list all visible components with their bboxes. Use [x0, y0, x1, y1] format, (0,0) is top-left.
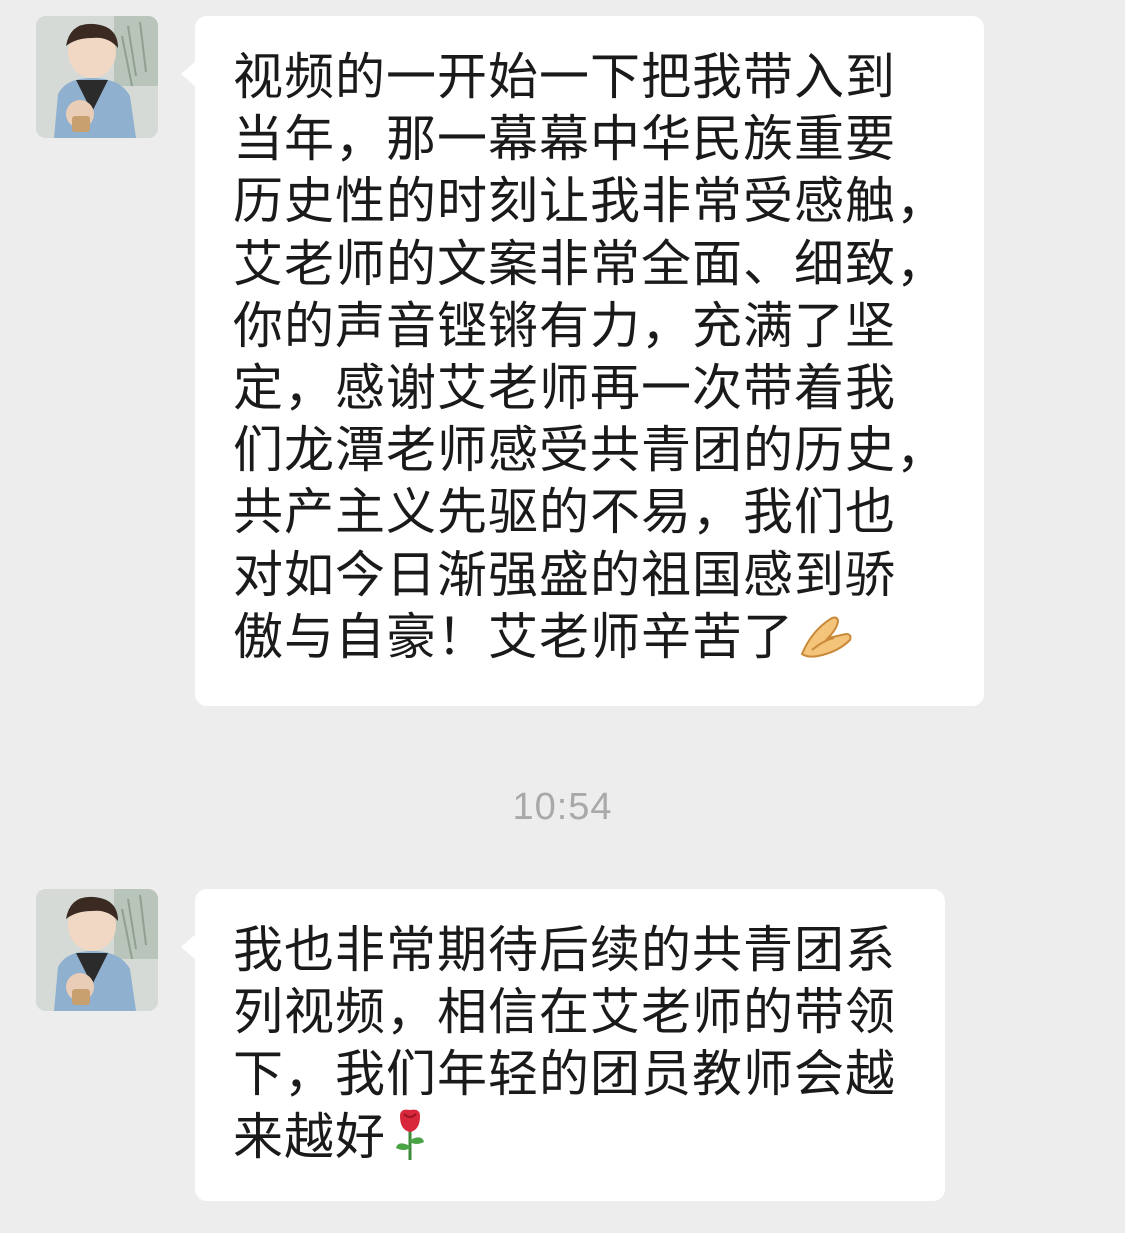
sender-avatar[interactable]	[36, 16, 158, 138]
sender-avatar[interactable]	[36, 889, 158, 1011]
message-bubble[interactable]: 我也非常期待后续的共青团系 列视频，相信在艾老师的带领 下，我们年轻的团员教师会…	[181, 889, 945, 1201]
message-timestamp: 10:54	[512, 786, 613, 828]
message-text: 我也非常期待后续的共青团系 列视频，相信在艾老师的带领 下，我们年轻的团员教师会…	[233, 919, 909, 1176]
message-text: 视频的一开始一下把我带入到 当年，那一幕幕中华民族重要 历史性的时刻让我非常受感…	[233, 46, 948, 676]
message-bubble[interactable]: 视频的一开始一下把我带入到 当年，那一幕幕中华民族重要 历史性的时刻让我非常受感…	[181, 16, 984, 706]
avatar-photo-icon	[36, 889, 158, 1011]
avatar-photo-icon	[36, 16, 158, 138]
folded-hands-emoji-icon	[798, 610, 854, 676]
rose-emoji-icon	[390, 1106, 430, 1176]
